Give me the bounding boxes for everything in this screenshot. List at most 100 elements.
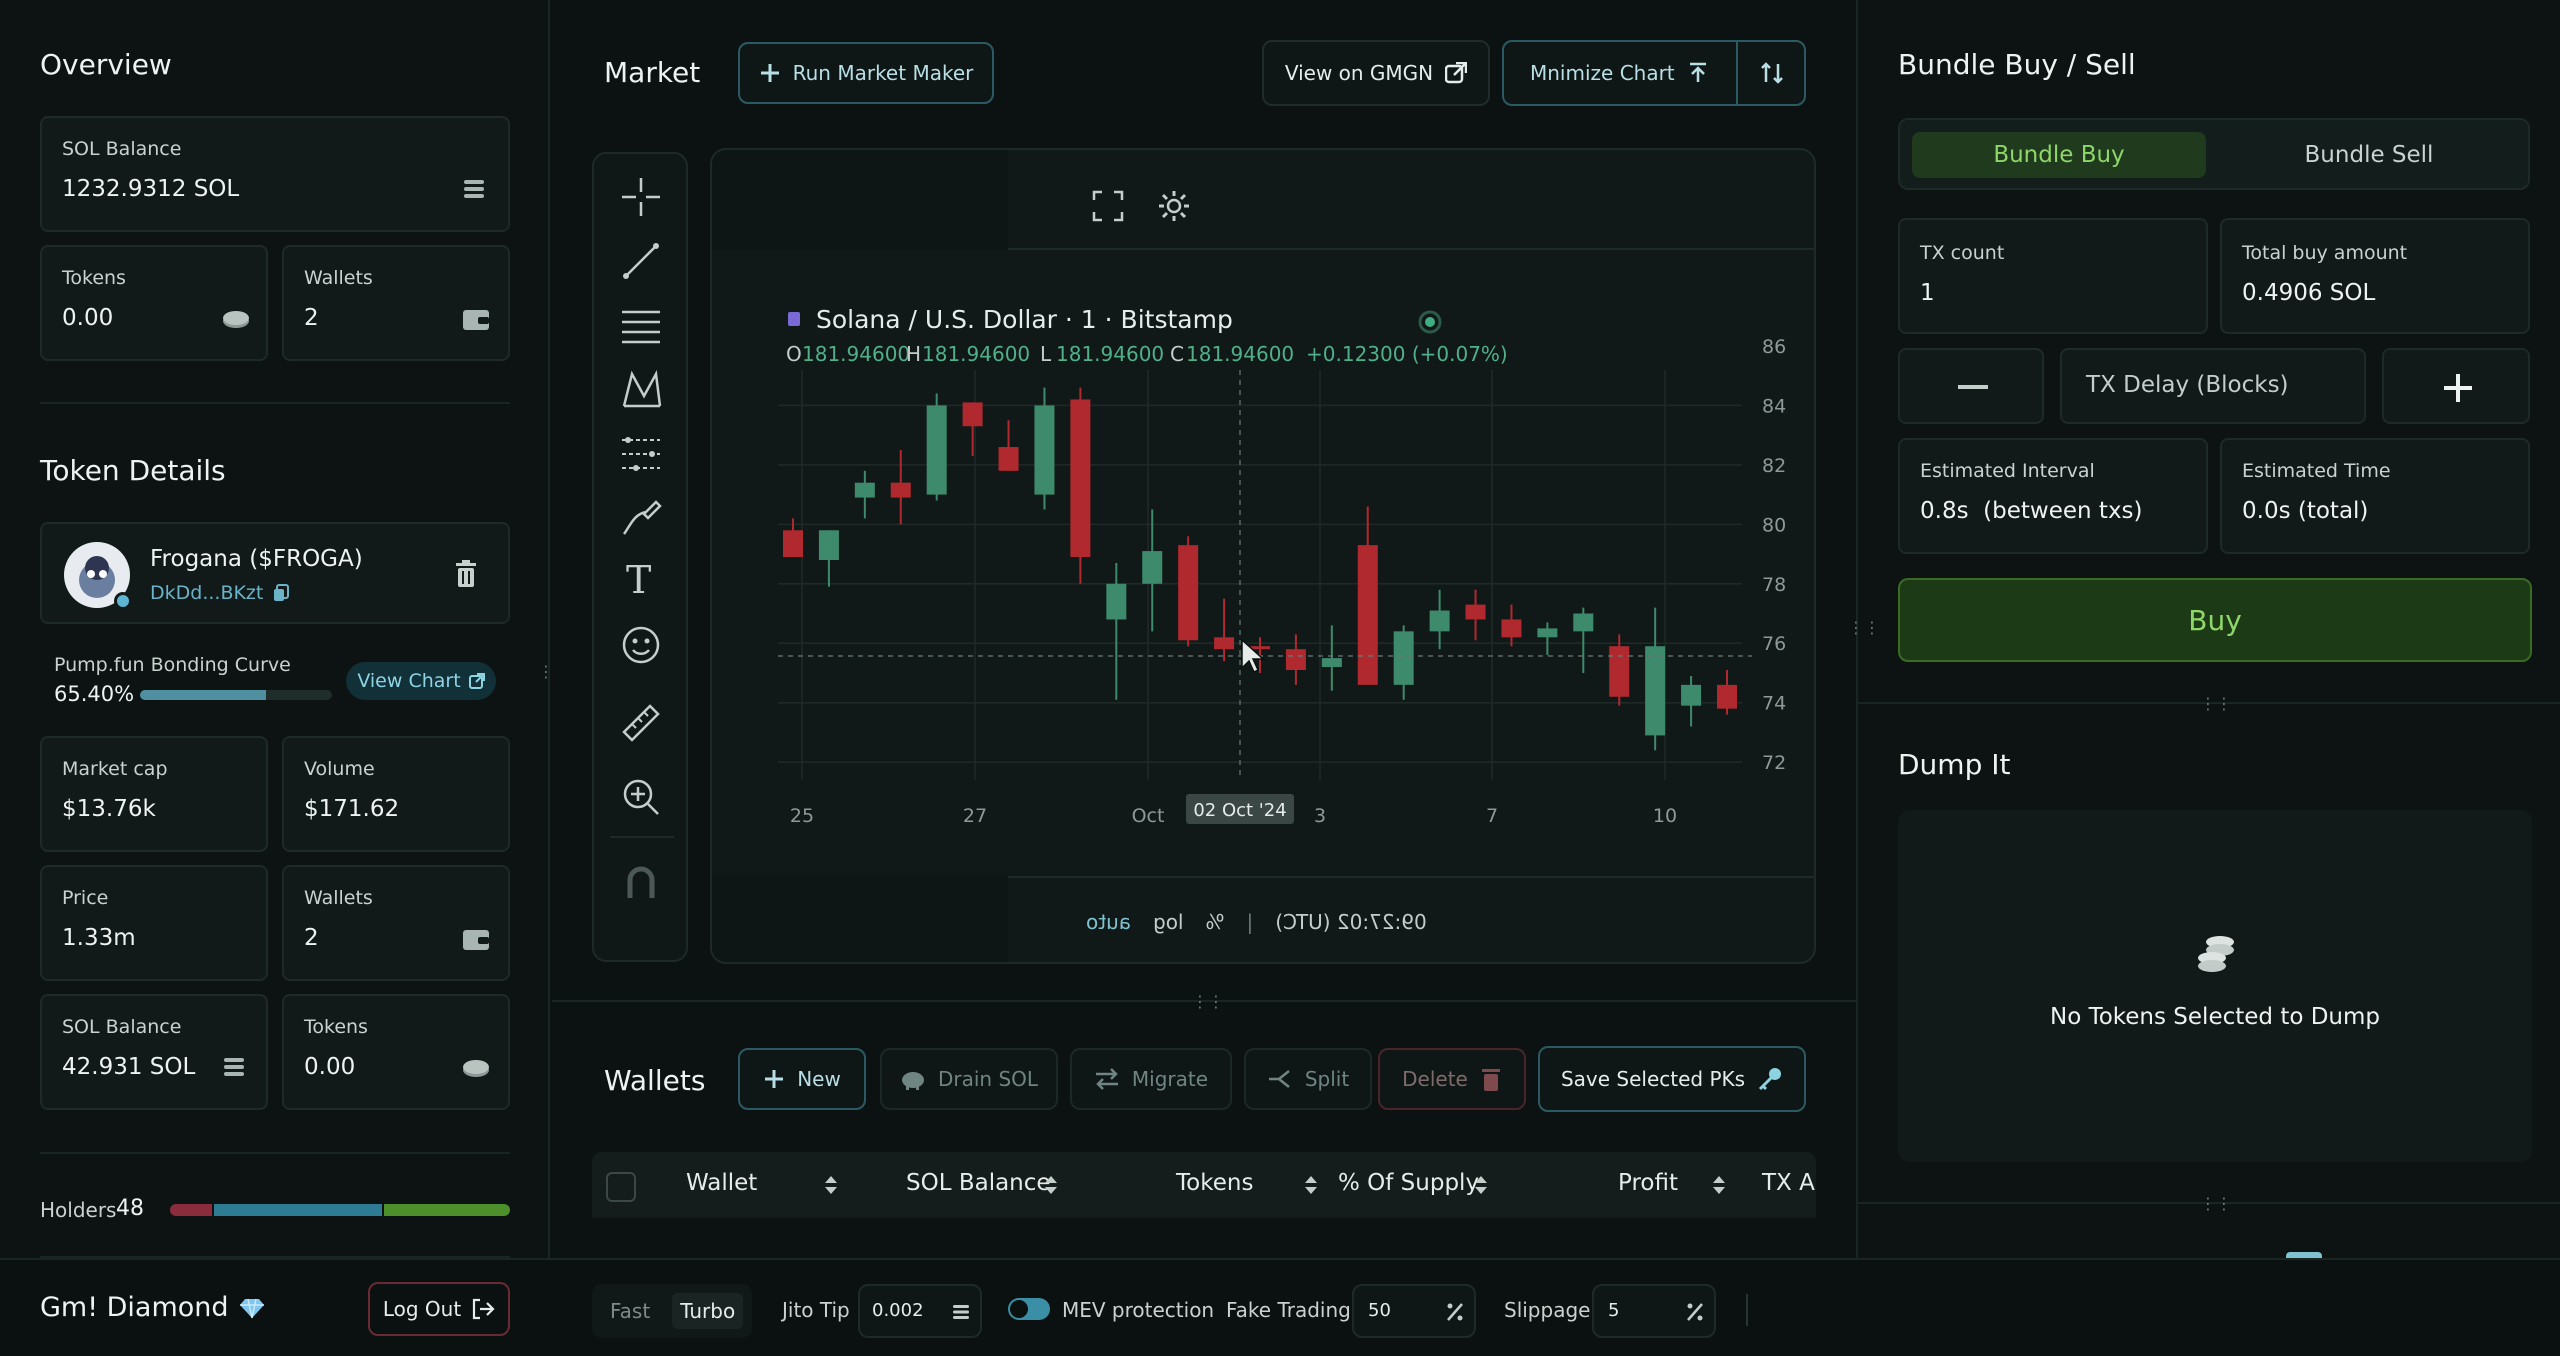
ruler-icon[interactable] (620, 702, 662, 744)
y-tick-label: 82 (1762, 455, 1786, 477)
ohlc-label: L (1040, 342, 1052, 366)
sort-icon[interactable] (1474, 1174, 1488, 1196)
price-chart[interactable]: 86 84 82 80 78 76 74 72 25 27 Oct 3 7 10 02 Oct '24 Sol… (712, 250, 1816, 876)
resize-handle[interactable]: ⋮⋮ (2200, 694, 2232, 713)
fake-trading-input[interactable]: 50 (1352, 1284, 1476, 1338)
tab-bundle-sell[interactable]: Bundle Sell (2218, 132, 2520, 178)
jito-tip-value: 0.002 (872, 1300, 924, 1321)
speed-fast-option[interactable]: Fast (610, 1299, 650, 1323)
split-label: Split (1304, 1067, 1350, 1091)
holders-segment (384, 1204, 510, 1216)
chart-footer-controls: 09:27:02 (UTC) | % log auto (1086, 910, 1427, 934)
column-header[interactable]: TX Ar (1762, 1170, 1816, 1196)
zoom-in-icon[interactable] (620, 776, 662, 818)
token-address: DkDd...BKzt (150, 582, 264, 604)
total-buy-field[interactable]: Total buy amount 0.4906 SOL (2220, 218, 2530, 334)
y-tick-label: 84 (1762, 395, 1786, 417)
pattern-icon[interactable] (620, 368, 662, 410)
candle (1429, 610, 1450, 632)
x-tick-label: 10 (1653, 805, 1677, 827)
emoji-icon[interactable] (620, 624, 662, 666)
minimize-chart-button[interactable]: Mnimize Chart (1502, 40, 1806, 106)
fib-lines-icon[interactable] (620, 304, 662, 346)
candle (1393, 631, 1414, 685)
coin-icon (223, 311, 249, 328)
swap-vertical-icon[interactable] (1759, 60, 1785, 86)
log-toggle[interactable]: log (1153, 910, 1184, 934)
jito-tip-input[interactable]: 0.002 (858, 1284, 982, 1338)
fake-trading-value: 50 (1368, 1300, 1391, 1321)
auto-toggle[interactable]: auto (1086, 910, 1131, 934)
prediction-icon[interactable] (620, 432, 662, 474)
price-label: Price (62, 887, 109, 909)
copy-icon[interactable] (273, 584, 290, 602)
candle (1214, 637, 1235, 650)
delay-decrement-button[interactable] (1898, 348, 2044, 424)
candle (1537, 628, 1558, 638)
market-title: Market (604, 56, 701, 89)
tab-bundle-buy[interactable]: Bundle Buy (1912, 132, 2206, 178)
text-tool-icon[interactable]: T (626, 558, 651, 602)
column-header[interactable]: Profit (1618, 1170, 1678, 1196)
run-market-maker-button[interactable]: Run Market Maker (738, 42, 994, 104)
token-tokens-label: Tokens (304, 1016, 368, 1038)
trash-icon[interactable] (454, 560, 478, 588)
select-all-checkbox[interactable] (606, 1172, 636, 1202)
candle (890, 482, 911, 498)
delete-wallet-label: Delete (1402, 1067, 1468, 1091)
est-interval-value: 0.8s (between txs) (1920, 498, 2143, 524)
tx-delay-input[interactable]: TX Delay (Blocks) (2060, 348, 2366, 424)
x-tick-label: 3 (1314, 805, 1326, 827)
sort-icon[interactable] (1304, 1174, 1318, 1196)
section-divider (40, 1152, 510, 1154)
chart-time-label: 09:27:02 (UTC) (1275, 910, 1427, 934)
migrate-button[interactable]: Migrate (1070, 1048, 1232, 1110)
percent-toggle[interactable]: % (1206, 910, 1225, 934)
settings-gear-icon[interactable] (1156, 188, 1192, 224)
candle (854, 482, 875, 498)
fullscreen-icon[interactable] (1092, 190, 1124, 222)
sort-icon[interactable] (824, 1174, 838, 1196)
coins-stack-icon (2198, 936, 2234, 972)
candle (1465, 604, 1486, 620)
column-header[interactable]: SOL Balance (906, 1170, 1051, 1196)
total-buy-value: 0.4906 SOL (2242, 280, 2376, 306)
trendline-icon[interactable] (620, 240, 662, 282)
split-button[interactable]: Split (1244, 1048, 1372, 1110)
delete-wallet-button[interactable]: Delete (1378, 1048, 1526, 1110)
save-pks-button[interactable]: Save Selected PKs (1538, 1046, 1806, 1112)
logout-button[interactable]: Log Out (368, 1282, 510, 1336)
price-value: 1.33m (62, 925, 136, 951)
candle (1717, 684, 1737, 709)
buy-button[interactable]: Buy (1898, 578, 2532, 662)
resize-handle[interactable]: ⋮⋮ (1848, 618, 1880, 637)
column-header[interactable]: Tokens (1176, 1170, 1253, 1196)
view-gmgn-button[interactable]: View on GMGN (1262, 40, 1490, 106)
view-chart-button[interactable]: View Chart (346, 662, 496, 700)
candle (1681, 684, 1702, 706)
delay-increment-button[interactable] (2382, 348, 2530, 424)
drain-sol-button[interactable]: Drain SOL (880, 1048, 1058, 1110)
wallets-value: 2 (304, 305, 319, 331)
arrow-up-icon (1689, 62, 1706, 82)
speed-turbo-option[interactable]: Turbo (672, 1293, 744, 1329)
resize-handle[interactable]: ⋮⋮ (2200, 1194, 2232, 1213)
brush-icon[interactable] (620, 496, 662, 538)
tx-count-field[interactable]: TX count 1 (1898, 218, 2208, 334)
sort-icon[interactable] (1044, 1174, 1058, 1196)
mev-toggle[interactable] (1008, 1298, 1050, 1320)
candle (1573, 613, 1594, 632)
candle (1285, 649, 1306, 670)
slippage-input[interactable]: 5 (1592, 1284, 1716, 1338)
magnet-icon[interactable] (624, 866, 658, 900)
new-wallet-button[interactable]: New (738, 1048, 866, 1110)
y-tick-label: 78 (1762, 574, 1786, 596)
resize-handle[interactable]: ⋮⋮ (1192, 992, 1224, 1011)
logout-label: Log Out (382, 1297, 462, 1321)
token-address-row[interactable]: DkDd...BKzt (150, 582, 290, 604)
sort-icon[interactable] (1712, 1174, 1726, 1196)
crosshair-icon[interactable] (620, 176, 662, 218)
column-header[interactable]: % Of Supply (1338, 1170, 1479, 1196)
column-header[interactable]: Wallet (686, 1170, 757, 1196)
candle (998, 447, 1019, 471)
